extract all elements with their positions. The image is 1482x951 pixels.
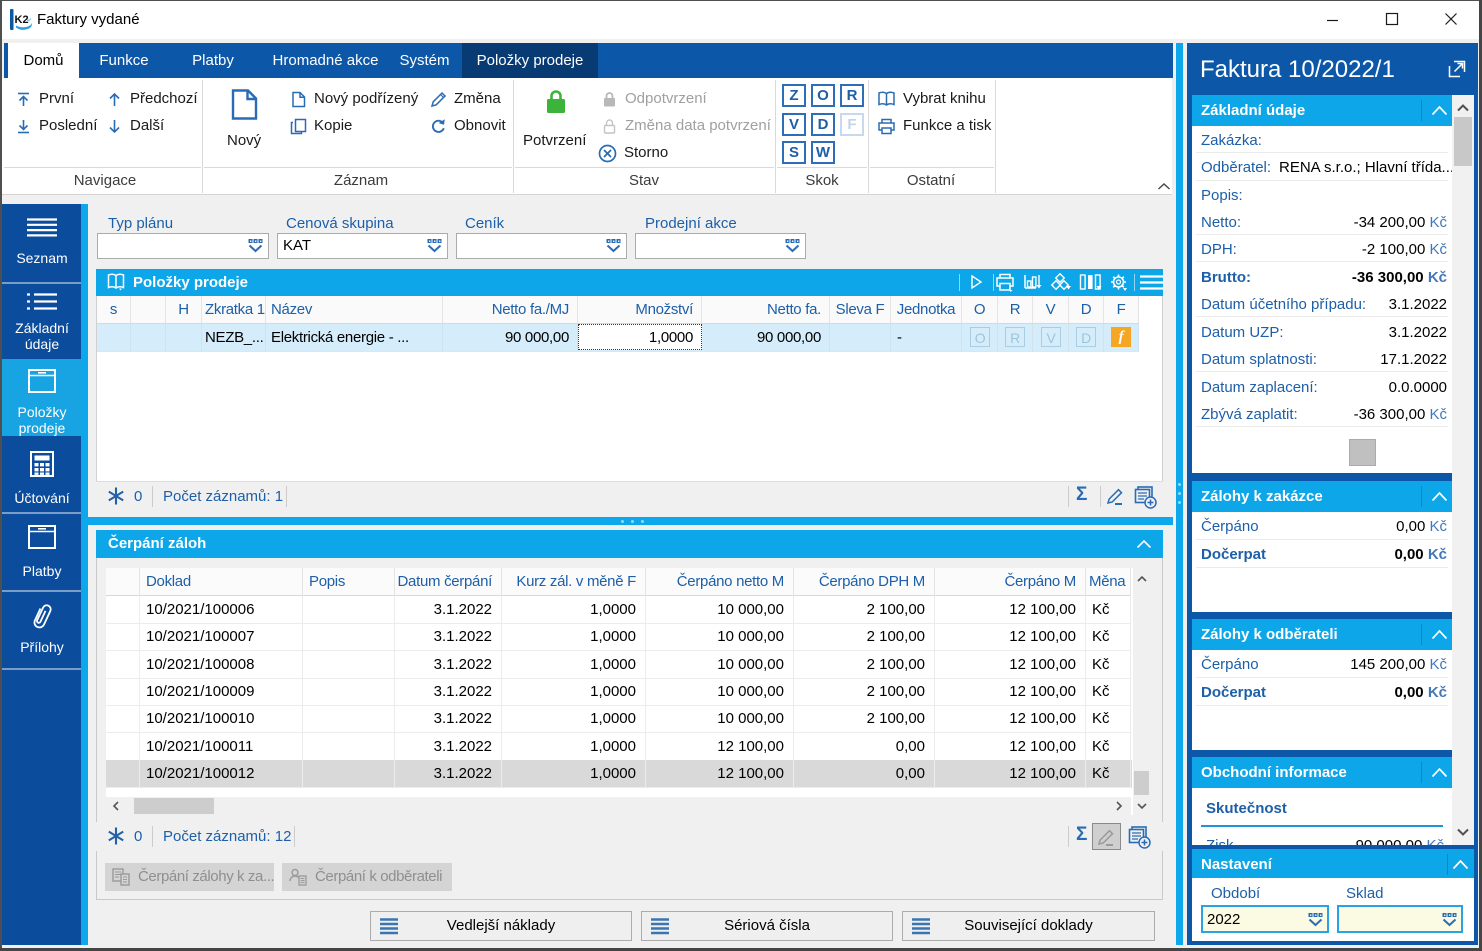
- svg-text:K2: K2: [15, 14, 29, 26]
